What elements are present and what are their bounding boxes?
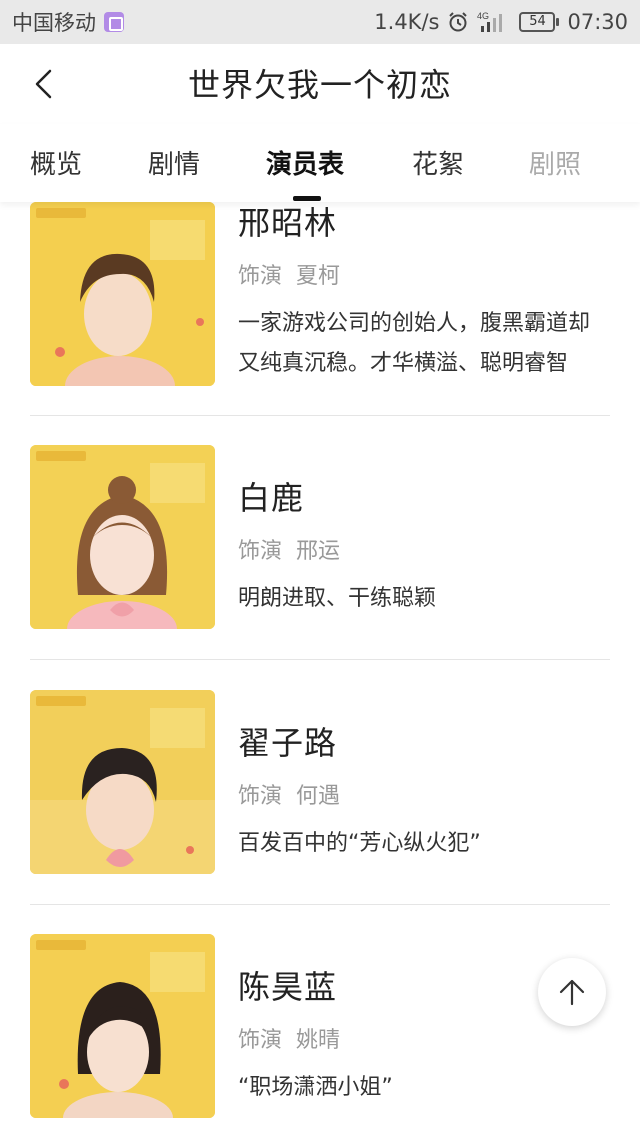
poster-image <box>30 445 215 629</box>
active-tab-indicator <box>293 196 321 201</box>
signal-icon: 4G <box>477 10 511 34</box>
tab-cast[interactable]: 演员表 <box>266 144 344 181</box>
tab-overview[interactable]: 概览 <box>30 144 82 181</box>
battery-level: 54 <box>519 12 556 32</box>
page-title: 世界欠我一个初恋 <box>187 66 452 104</box>
role-prefix: 饰演 <box>238 539 283 564</box>
role-prefix: 饰演 <box>238 784 283 809</box>
cast-item[interactable]: 陈昊蓝 饰演 姚晴 “职场潇洒小姐” <box>30 934 610 1120</box>
clock: 07:30 <box>567 10 628 34</box>
role-name: 夏柯 <box>296 264 341 289</box>
arrow-up-icon <box>559 979 585 1006</box>
network-type: 4G <box>477 11 489 21</box>
role-name: 邢运 <box>296 539 341 564</box>
divider <box>30 659 610 660</box>
battery-icon: 54 <box>519 12 560 32</box>
character-description: 明朗进取、干练聪颖 <box>238 586 437 611</box>
tab-bar: 概览 剧情 演员表 花絮 剧照 <box>0 124 640 202</box>
carrier-label: 中国移动 <box>12 11 96 35</box>
battery-tip <box>556 18 560 26</box>
status-right: 1.4K/s 4G 54 07:30 <box>374 10 628 34</box>
actor-name: 白鹿 <box>238 479 305 517</box>
role-name: 姚晴 <box>296 1028 341 1053</box>
cast-item[interactable]: 邢昭林 饰演 夏柯 一家游戏公司的创始人，腹黑霸道却又纯真沉稳。才华横溢、聪明睿智 <box>30 202 610 388</box>
poster-image <box>30 202 215 386</box>
role-line: 饰演 姚晴 <box>238 1022 610 1054</box>
status-bar: 中国移动 1.4K/s 4G 54 07:30 <box>0 0 640 44</box>
header: 世界欠我一个初恋 <box>0 44 640 124</box>
cast-info: 翟子路 饰演 何遇 百发百中的“芳心纵火犯” <box>238 718 610 864</box>
gallery-icon <box>104 12 124 32</box>
divider <box>30 904 610 905</box>
cast-item[interactable]: 翟子路 饰演 何遇 百发百中的“芳心纵火犯” <box>30 690 610 876</box>
divider <box>30 415 610 416</box>
role-name: 何遇 <box>296 784 341 809</box>
alarm-icon <box>447 11 469 33</box>
character-description: 百发百中的“芳心纵火犯” <box>238 831 481 856</box>
role-prefix: 饰演 <box>238 1028 283 1053</box>
role-line: 饰演 何遇 <box>238 778 610 810</box>
poster-image <box>30 934 215 1118</box>
character-description: 一家游戏公司的创始人，腹黑霸道却又纯真沉稳。才华横溢、聪明睿智 <box>238 311 591 376</box>
character-description: “职场潇洒小姐” <box>238 1075 393 1100</box>
tab-behind-scenes[interactable]: 花絮 <box>412 144 464 181</box>
role-line: 饰演 夏柯 <box>238 258 610 290</box>
cast-info: 邢昭林 饰演 夏柯 一家游戏公司的创始人，腹黑霸道却又纯真沉稳。才华横溢、聪明睿智 <box>238 202 610 384</box>
scroll-top-button[interactable] <box>538 958 606 1026</box>
actor-name: 邢昭林 <box>238 204 338 242</box>
cast-info: 白鹿 饰演 邢运 明朗进取、干练聪颖 <box>238 473 610 619</box>
actor-name: 翟子路 <box>238 724 338 762</box>
status-left: 中国移动 <box>12 7 124 37</box>
role-prefix: 饰演 <box>238 264 283 289</box>
tab-stills[interactable]: 剧照 <box>529 144 581 181</box>
network-speed: 1.4K/s <box>374 10 440 34</box>
role-line: 饰演 邢运 <box>238 533 610 565</box>
tab-plot[interactable]: 剧情 <box>148 144 200 181</box>
cast-item[interactable]: 白鹿 饰演 邢运 明朗进取、干练聪颖 <box>30 445 610 631</box>
poster-image <box>30 690 215 874</box>
